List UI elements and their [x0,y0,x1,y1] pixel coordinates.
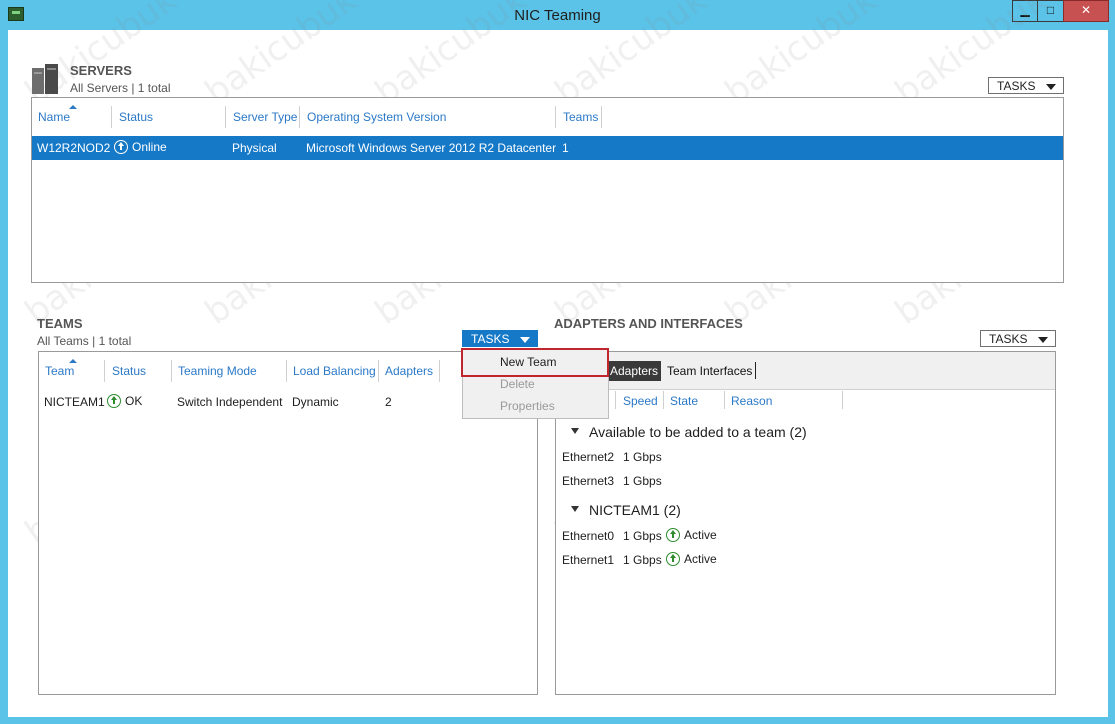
team-status-text: OK [125,394,143,408]
adapter-speed: 1 Gbps [623,474,662,488]
column-header-teams[interactable]: Teams [563,110,598,124]
online-status-icon [114,140,128,154]
chevron-down-icon [1038,337,1048,343]
server-teams: 1 [562,141,569,155]
ok-status-icon [107,394,121,408]
column-divider[interactable] [555,106,556,128]
highlight-box [461,348,609,377]
column-divider[interactable] [663,391,664,409]
adapter-name: Ethernet0 [562,529,615,543]
column-header-server-type[interactable]: Server Type [233,110,297,124]
close-button[interactable]: ✕ [1063,0,1109,22]
collapse-triangle-icon[interactable] [571,506,579,512]
adapters-panel: Adapters Team Interfaces Speed State Rea… [555,351,1056,695]
column-header-state[interactable]: State [670,394,698,408]
server-os-version: Microsoft Windows Server 2012 R2 Datacen… [306,141,557,155]
adapter-state: Active [666,552,717,566]
chevron-down-icon [1046,84,1056,90]
maximize-button[interactable]: □ [1037,0,1064,22]
adapters-title: ADAPTERS AND INTERFACES [554,316,743,331]
adapter-state: Active [666,528,717,542]
tab-divider [755,362,756,379]
title-bar: NIC Teaming ▁ □ ✕ [0,0,1115,30]
column-divider[interactable] [601,106,602,128]
sort-ascending-icon [69,105,77,109]
column-divider[interactable] [225,106,226,128]
adapters-tab-strip: Adapters Team Interfaces [556,352,1055,390]
list-item[interactable]: Ethernet1 1 Gbps Active [556,550,1055,570]
column-header-status[interactable]: Status [119,110,153,124]
column-divider[interactable] [299,106,300,128]
column-header-team[interactable]: Team [45,364,74,378]
server-status-text: Online [132,140,167,154]
column-header-adapters[interactable]: Adapters [385,364,433,378]
teams-subtitle: All Teams | 1 total [37,334,132,348]
adapter-speed: 1 Gbps [623,450,662,464]
adapter-state-text: Active [684,528,717,542]
column-header-reason[interactable]: Reason [731,394,772,408]
servers-tasks-button[interactable]: TASKS [988,77,1064,94]
list-item[interactable]: Ethernet3 1 Gbps [556,471,1055,491]
adapters-tasks-button[interactable]: TASKS [980,330,1056,347]
adapter-name: Ethernet2 [562,450,615,464]
column-header-name[interactable]: Name [38,110,70,124]
column-divider[interactable] [439,360,440,382]
active-status-icon [666,528,680,542]
servers-subtitle: All Servers | 1 total [70,81,171,95]
menu-item-properties: Properties [500,399,555,413]
team-load-balancing: Dynamic [292,395,339,409]
minimize-button[interactable]: ▁ [1012,0,1038,22]
server-status: Online [114,140,167,154]
team-name: NICTEAM1 [44,395,105,409]
tab-adapters[interactable]: Adapters [607,361,662,381]
column-header-speed[interactable]: Speed [623,394,658,408]
tab-team-interfaces[interactable]: Team Interfaces [667,361,752,381]
sort-ascending-icon [69,359,77,363]
adapter-speed: 1 Gbps [623,553,662,567]
main-window-client: bakicubuk bakicubuk bakicubuk bakicubuk … [8,0,1108,717]
column-header-teaming-mode[interactable]: Teaming Mode [178,364,257,378]
tasks-label: TASKS [997,79,1036,93]
column-divider[interactable] [171,360,172,382]
team-adapters: 2 [385,395,392,409]
column-header-status[interactable]: Status [112,364,146,378]
list-item[interactable]: Ethernet2 1 Gbps [556,447,1055,467]
servers-title: SERVERS [70,63,132,78]
adapter-name: Ethernet3 [562,474,615,488]
teams-tasks-button[interactable]: TASKS [462,330,538,347]
window-title: NIC Teaming [514,7,601,24]
team-mode: Switch Independent [177,395,283,409]
group-header[interactable]: NICTEAM1 (2) [556,500,1055,520]
column-divider[interactable] [111,106,112,128]
adapter-speed: 1 Gbps [623,529,662,543]
servers-table: Name Status Server Type Operating System… [31,97,1064,283]
chevron-down-icon [520,337,530,343]
column-divider[interactable] [378,360,379,382]
column-divider[interactable] [842,391,843,409]
server-name: W12R2NOD2 [37,141,111,155]
column-divider[interactable] [724,391,725,409]
column-header-load-balancing[interactable]: Load Balancing [293,364,376,378]
tasks-label: TASKS [471,332,510,346]
group-header[interactable]: Available to be added to a team (2) [556,422,1055,442]
column-divider[interactable] [286,360,287,382]
column-divider[interactable] [615,391,616,409]
group-label: NICTEAM1 (2) [589,502,681,518]
servers-icon [32,64,62,94]
team-status: OK [107,394,142,408]
collapse-triangle-icon[interactable] [571,428,579,434]
teams-title: TEAMS [37,316,83,331]
column-header-os-version[interactable]: Operating System Version [307,110,446,124]
active-status-icon [666,552,680,566]
group-label: Available to be added to a team (2) [589,424,807,440]
list-item[interactable]: Ethernet0 1 Gbps Active [556,526,1055,546]
tasks-label: TASKS [989,332,1028,346]
adapter-state-text: Active [684,552,717,566]
server-type: Physical [232,141,277,155]
adapter-name: Ethernet1 [562,553,615,567]
menu-item-delete: Delete [500,377,535,391]
column-divider[interactable] [104,360,105,382]
table-row-selected[interactable]: W12R2NOD2 Online Physical Microsoft Wind… [32,136,1063,160]
